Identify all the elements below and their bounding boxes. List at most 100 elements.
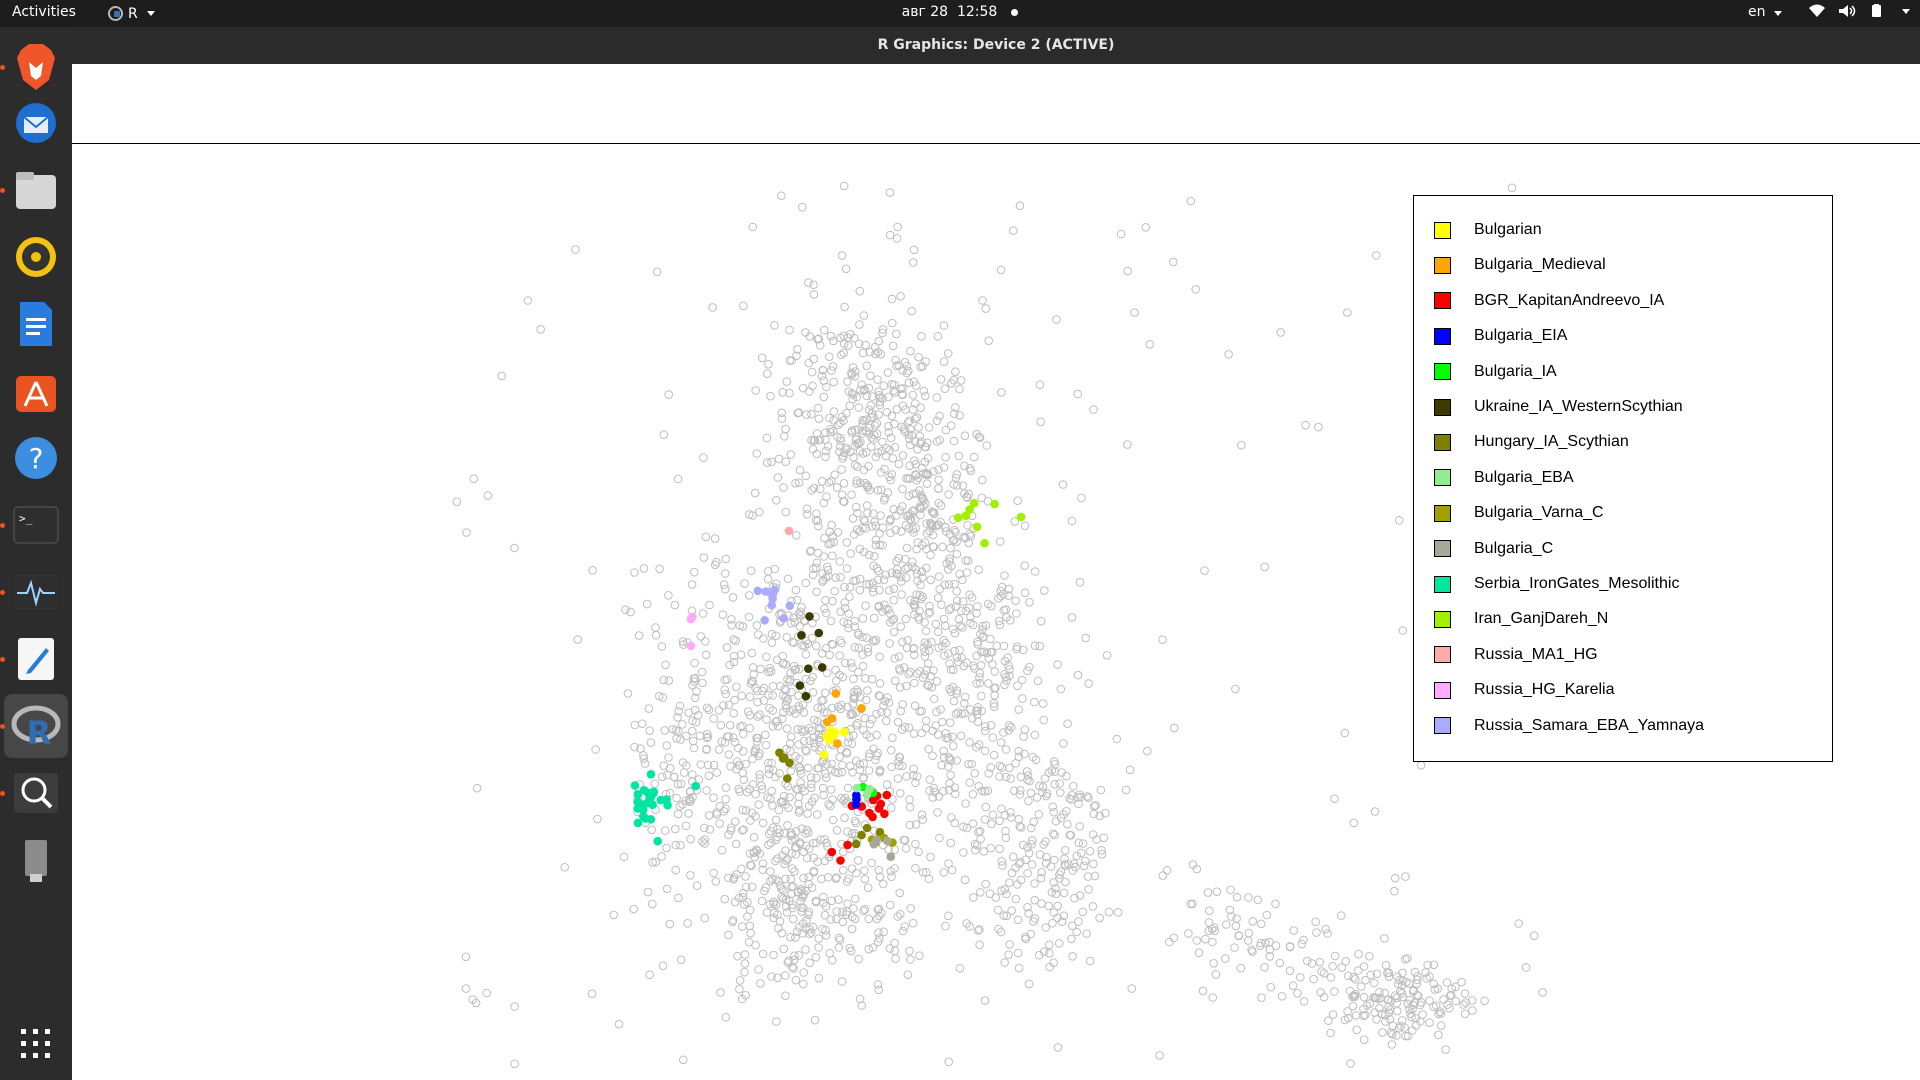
terminal-icon: >_	[13, 506, 59, 544]
background-point	[860, 905, 870, 914]
background-point	[1370, 807, 1380, 816]
background-point	[1056, 684, 1066, 694]
dock-thunderbird[interactable]	[4, 91, 68, 155]
background-point	[697, 667, 707, 677]
system-monitor-icon	[14, 574, 58, 610]
background-point	[843, 827, 852, 836]
background-point	[1089, 405, 1098, 414]
background-point	[1085, 956, 1095, 966]
background-point	[952, 549, 962, 559]
background-point	[645, 726, 654, 736]
background-point	[934, 627, 943, 637]
background-point	[939, 357, 949, 366]
legend-swatch	[1434, 221, 1451, 239]
legend-entry: Serbia_IronGates_Mesolithic	[1434, 574, 1679, 594]
running-indicator-dot	[0, 791, 5, 796]
dock-text-editor[interactable]	[4, 627, 68, 691]
background-point	[808, 381, 817, 391]
background-point	[813, 403, 823, 413]
background-point	[779, 944, 789, 954]
background-point	[657, 852, 667, 861]
highlighted-point	[805, 612, 814, 621]
background-point	[934, 484, 943, 493]
background-point	[1034, 810, 1044, 819]
background-point	[721, 584, 730, 594]
dock-image-viewer[interactable]	[4, 761, 68, 825]
battery-icon	[1872, 4, 1881, 17]
background-point	[824, 799, 833, 809]
background-point	[826, 785, 836, 794]
background-point	[1075, 577, 1085, 587]
background-point	[1387, 1040, 1397, 1049]
background-point	[860, 874, 870, 884]
background-point	[1460, 989, 1470, 998]
background-point	[1158, 635, 1167, 645]
background-point	[971, 845, 980, 855]
dock-writer[interactable]	[4, 292, 68, 356]
dock-r[interactable]: R	[4, 694, 68, 758]
background-point	[705, 600, 714, 610]
background-point	[1004, 721, 1014, 730]
background-point	[679, 1055, 688, 1065]
system-tray[interactable]	[1808, 4, 1910, 18]
background-point	[992, 641, 1002, 651]
background-point	[1113, 908, 1123, 917]
dock-brave[interactable]	[4, 35, 68, 99]
dock-show-apps[interactable]	[4, 1012, 68, 1076]
background-point	[670, 600, 680, 610]
background-point	[1063, 820, 1072, 829]
window-titlebar[interactable]: R Graphics: Device 2 (ACTIVE)	[72, 27, 1920, 64]
dock-rhythmbox[interactable]	[4, 225, 68, 289]
clock[interactable]: авг 28 12:58	[0, 4, 1920, 20]
background-point	[704, 705, 714, 715]
background-point	[772, 1017, 781, 1026]
background-point	[855, 585, 865, 595]
background-point	[990, 691, 999, 700]
background-point	[868, 943, 878, 952]
background-point	[1000, 958, 1009, 967]
background-point	[1020, 725, 1030, 735]
dock-help[interactable]: ?	[4, 426, 68, 490]
language-selector[interactable]: en	[1748, 4, 1782, 20]
background-point	[931, 619, 941, 629]
background-point	[934, 475, 944, 485]
background-point	[783, 821, 792, 830]
dock-files[interactable]	[4, 158, 68, 222]
background-point	[736, 650, 746, 660]
background-point	[701, 532, 711, 542]
background-point	[1220, 954, 1230, 963]
background-point	[593, 814, 602, 824]
background-point	[1307, 959, 1317, 968]
background-point	[845, 592, 854, 602]
background-point	[702, 703, 712, 713]
background-point	[960, 431, 970, 441]
background-point	[1035, 641, 1045, 651]
background-point	[1232, 892, 1242, 902]
background-point	[1401, 872, 1410, 881]
background-point	[872, 419, 882, 428]
dock-terminal[interactable]: >_	[4, 493, 68, 557]
background-point	[1067, 516, 1077, 526]
background-point	[820, 688, 830, 698]
background-point	[817, 477, 827, 486]
background-point	[829, 377, 839, 387]
dock-software[interactable]	[4, 359, 68, 423]
highlighted-point	[868, 795, 878, 805]
background-point	[686, 871, 695, 880]
background-point	[1019, 732, 1028, 741]
dock-system-monitor[interactable]	[4, 560, 68, 624]
background-point	[1051, 889, 1061, 899]
background-point	[688, 736, 698, 746]
background-point	[839, 181, 849, 191]
background-point	[980, 746, 990, 756]
background-point	[1208, 993, 1218, 1002]
background-point	[974, 565, 984, 575]
background-point	[835, 752, 844, 762]
highlighted-point	[852, 783, 862, 793]
background-point	[462, 528, 471, 537]
dock-usb[interactable]	[4, 828, 68, 892]
background-point	[730, 737, 740, 747]
background-point	[867, 715, 877, 724]
background-point	[842, 877, 852, 886]
background-point	[1319, 969, 1329, 978]
